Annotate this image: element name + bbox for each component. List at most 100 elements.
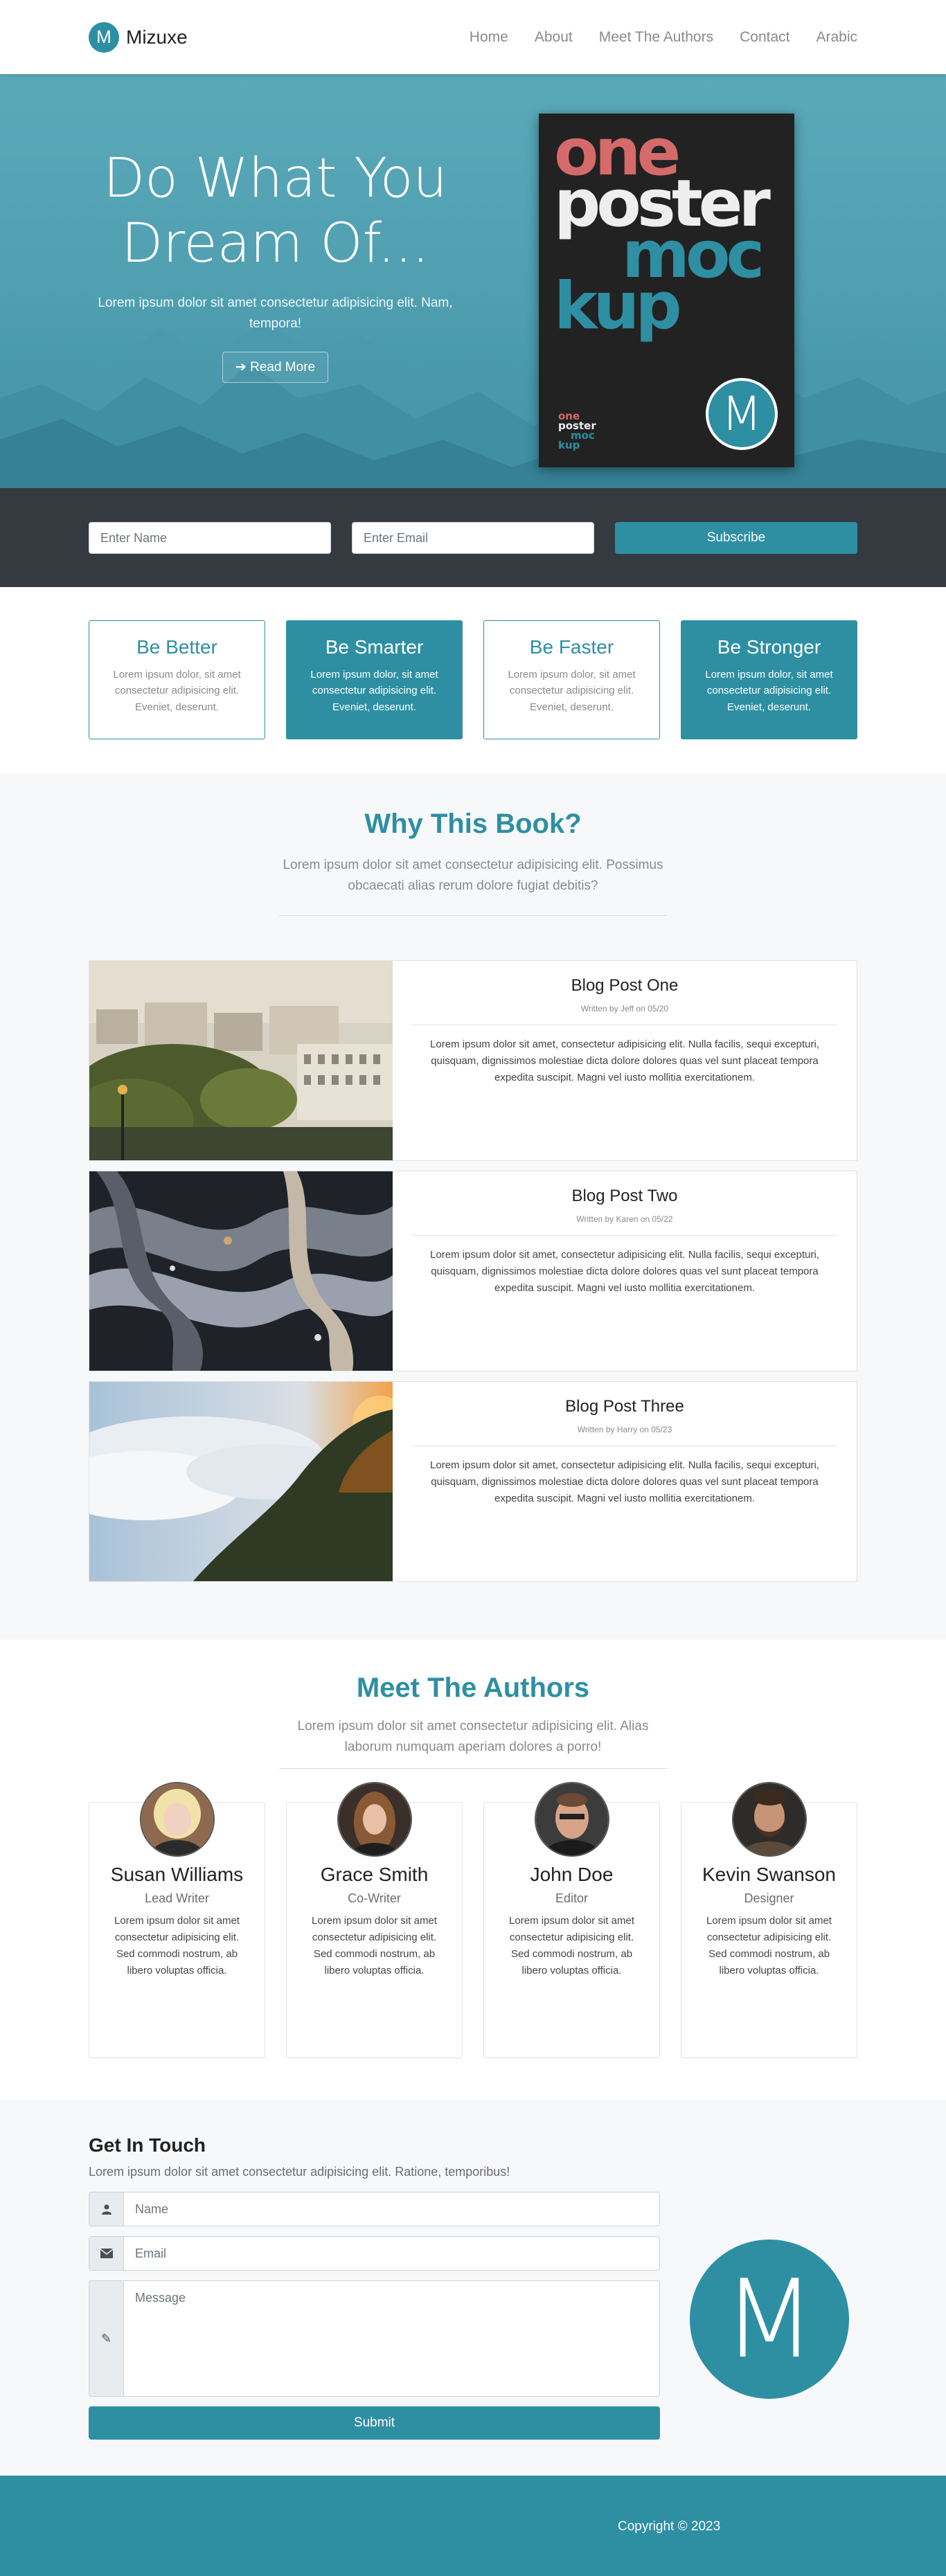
feature-title: Be Stronger (717, 636, 821, 658)
author-bio: Lorem ipsum dolor sit amet consectetur a… (706, 1914, 832, 1976)
hero-text: Do What You Dream Of... Lorem ipsum dolo… (83, 147, 467, 384)
subscribe-section: Enter Name Enter Email Subscribe (0, 488, 946, 587)
why-subtitle: Lorem ipsum dolor sit amet consectetur a… (283, 858, 663, 894)
brand-logo: M (89, 21, 119, 53)
author-bio: Lorem ipsum dolor sit amet consectetur a… (114, 1914, 240, 1976)
blog-post-text: Lorem ipsum dolor sit amet, consectetur … (430, 1248, 819, 1294)
divider (279, 915, 667, 916)
author-cards: Susan Williams Lead Writer Lorem ipsum d… (89, 1781, 857, 2058)
nav-link-authors[interactable]: Meet The Authors (599, 29, 713, 46)
blog-post: Blog Post One Written by Jeff on 05/20 L… (89, 960, 857, 1161)
message-field[interactable]: ✎ Message (89, 2280, 660, 2397)
blog-post-title[interactable]: Blog Post Two (412, 1187, 837, 1206)
nav-link-arabic[interactable]: Arabic (816, 29, 857, 46)
authors-section: Meet The Authors Lorem ipsum dolor sit a… (0, 1639, 946, 2100)
avatar (732, 1781, 807, 1857)
author-card: Grace Smith Co-Writer Lorem ipsum dolor … (286, 1781, 463, 2058)
read-more-button[interactable]: ➔ Read More (222, 352, 329, 384)
poster-badge: M (706, 378, 778, 450)
feature-card: Be Smarter Lorem ipsum dolor, sit amet c… (286, 620, 463, 739)
author-bio: Lorem ipsum dolor sit amet consectetur a… (312, 1914, 437, 1976)
blog-post-text: Lorem ipsum dolor sit amet, consectetur … (430, 1038, 819, 1083)
author-name: Grace Smith (320, 1863, 429, 1885)
blog-post-title[interactable]: Blog Post One (412, 976, 837, 996)
blog-post: Blog Post Three Written by Harry on 05/2… (89, 1380, 857, 1582)
pencil-icon: ✎ (89, 2281, 124, 2396)
subscribe-name-input[interactable]: Enter Name (89, 522, 331, 554)
feature-card: Be Better Lorem ipsum dolor, sit amet co… (89, 620, 265, 739)
blog-post-body: Blog Post Three Written by Harry on 05/2… (393, 1382, 857, 1581)
poster-small-kup: kup (558, 439, 580, 451)
author-name: Susan Williams (110, 1863, 244, 1885)
blog-post-text: Lorem ipsum dolor sit amet, consectetur … (430, 1459, 819, 1504)
blog-post-title[interactable]: Blog Post Three (412, 1397, 837, 1416)
message-placeholder: Message (135, 2291, 186, 2305)
feature-text: Lorem ipsum dolor, sit amet consectetur … (310, 669, 438, 713)
navbar: M Mizuxe Home About Meet The Authors Con… (0, 0, 946, 74)
copyright-text: Copyright © 2023 (618, 2519, 721, 2534)
authors-subtitle: Lorem ipsum dolor sit amet consectetur a… (297, 1719, 649, 1755)
features-section: Be Better Lorem ipsum dolor, sit amet co… (0, 587, 946, 774)
feature-card: Be Stronger Lorem ipsum dolor, sit amet … (681, 620, 857, 739)
divider (412, 1445, 837, 1446)
author-card: John Doe Editor Lorem ipsum dolor sit am… (483, 1781, 660, 2058)
name-field[interactable]: Name (89, 2192, 660, 2226)
contact-section: Get In Touch Lorem ipsum dolor sit amet … (0, 2100, 946, 2476)
hero-section: Do What You Dream Of... Lorem ipsum dolo… (0, 74, 946, 488)
poster-word-kup: kup (554, 269, 682, 344)
email-field[interactable]: Email (89, 2236, 660, 2271)
blog-post-image-abstract (89, 1171, 393, 1371)
nav-link-home[interactable]: Home (470, 29, 508, 46)
footer: Copyright © 2023 (0, 2476, 946, 2576)
author-name: John Doe (530, 1863, 614, 1885)
nav-link-about[interactable]: About (535, 29, 573, 46)
feature-text: Lorem ipsum dolor, sit amet consectetur … (113, 669, 241, 713)
avatar (535, 1781, 609, 1857)
nav-links: Home About Meet The Authors Contact Arab… (470, 29, 857, 46)
submit-button[interactable]: Submit (89, 2406, 660, 2440)
divider (279, 1767, 667, 1769)
author-card: Kevin Swanson Designer Lorem ipsum dolor… (681, 1781, 857, 2058)
contact-logo: M (690, 2240, 849, 2399)
author-role: Co-Writer (348, 1891, 401, 1905)
subscribe-button[interactable]: Subscribe (615, 522, 857, 554)
author-name: Kevin Swanson (702, 1863, 836, 1885)
blog-post-meta: Written by Karen on 05/22 (576, 1214, 673, 1224)
author-role: Lead Writer (145, 1891, 209, 1905)
blog-post: Blog Post Two Written by Karen on 05/22 … (89, 1170, 857, 1371)
avatar (140, 1781, 215, 1857)
name-placeholder: Name (135, 2201, 169, 2216)
hero-subtitle: Lorem ipsum dolor sit amet consectetur a… (98, 296, 453, 331)
nav-link-contact[interactable]: Contact (740, 29, 789, 46)
subscribe-email-input[interactable]: Enter Email (352, 522, 594, 554)
read-more-label: Read More (250, 360, 316, 375)
blog-posts: Blog Post One Written by Jeff on 05/20 L… (89, 960, 857, 1582)
contact-subtitle: Lorem ipsum dolor sit amet consectetur a… (89, 2165, 510, 2179)
author-card: Susan Williams Lead Writer Lorem ipsum d… (89, 1781, 265, 2058)
hero-title-line1: Do What You (103, 147, 447, 210)
contact-form: Name Email ✎ Message Submit (89, 2192, 660, 2440)
feature-text: Lorem ipsum dolor, sit amet consectetur … (508, 669, 636, 713)
user-icon (89, 2192, 124, 2226)
authors-title: Meet The Authors (356, 1673, 590, 1703)
hero-title: Do What You Dream Of... (83, 147, 467, 276)
divider (412, 1234, 837, 1236)
blog-post-image-clouds (89, 1381, 393, 1581)
feature-title: Be Faster (529, 636, 614, 658)
blog-post-image-city (89, 960, 393, 1160)
feature-title: Be Smarter (325, 636, 424, 658)
avatar (337, 1781, 412, 1857)
hero-title-line2: Dream Of... (121, 212, 429, 275)
feature-text: Lorem ipsum dolor, sit amet consectetur … (705, 669, 833, 713)
author-bio: Lorem ipsum dolor sit amet consectetur a… (509, 1914, 634, 1976)
blog-post-meta: Written by Harry on 05/23 (577, 1424, 672, 1434)
feature-title: Be Better (136, 636, 217, 658)
envelope-icon (89, 2237, 124, 2270)
brand-name: Mizuxe (126, 26, 188, 48)
blog-post-body: Blog Post One Written by Jeff on 05/20 L… (393, 961, 857, 1160)
brand[interactable]: M Mizuxe (89, 21, 188, 53)
author-role: Designer (744, 1891, 794, 1905)
email-placeholder: Email (135, 2246, 167, 2260)
feature-card: Be Faster Lorem ipsum dolor, sit amet co… (483, 620, 660, 739)
arrow-right-icon: ➔ (235, 360, 247, 375)
